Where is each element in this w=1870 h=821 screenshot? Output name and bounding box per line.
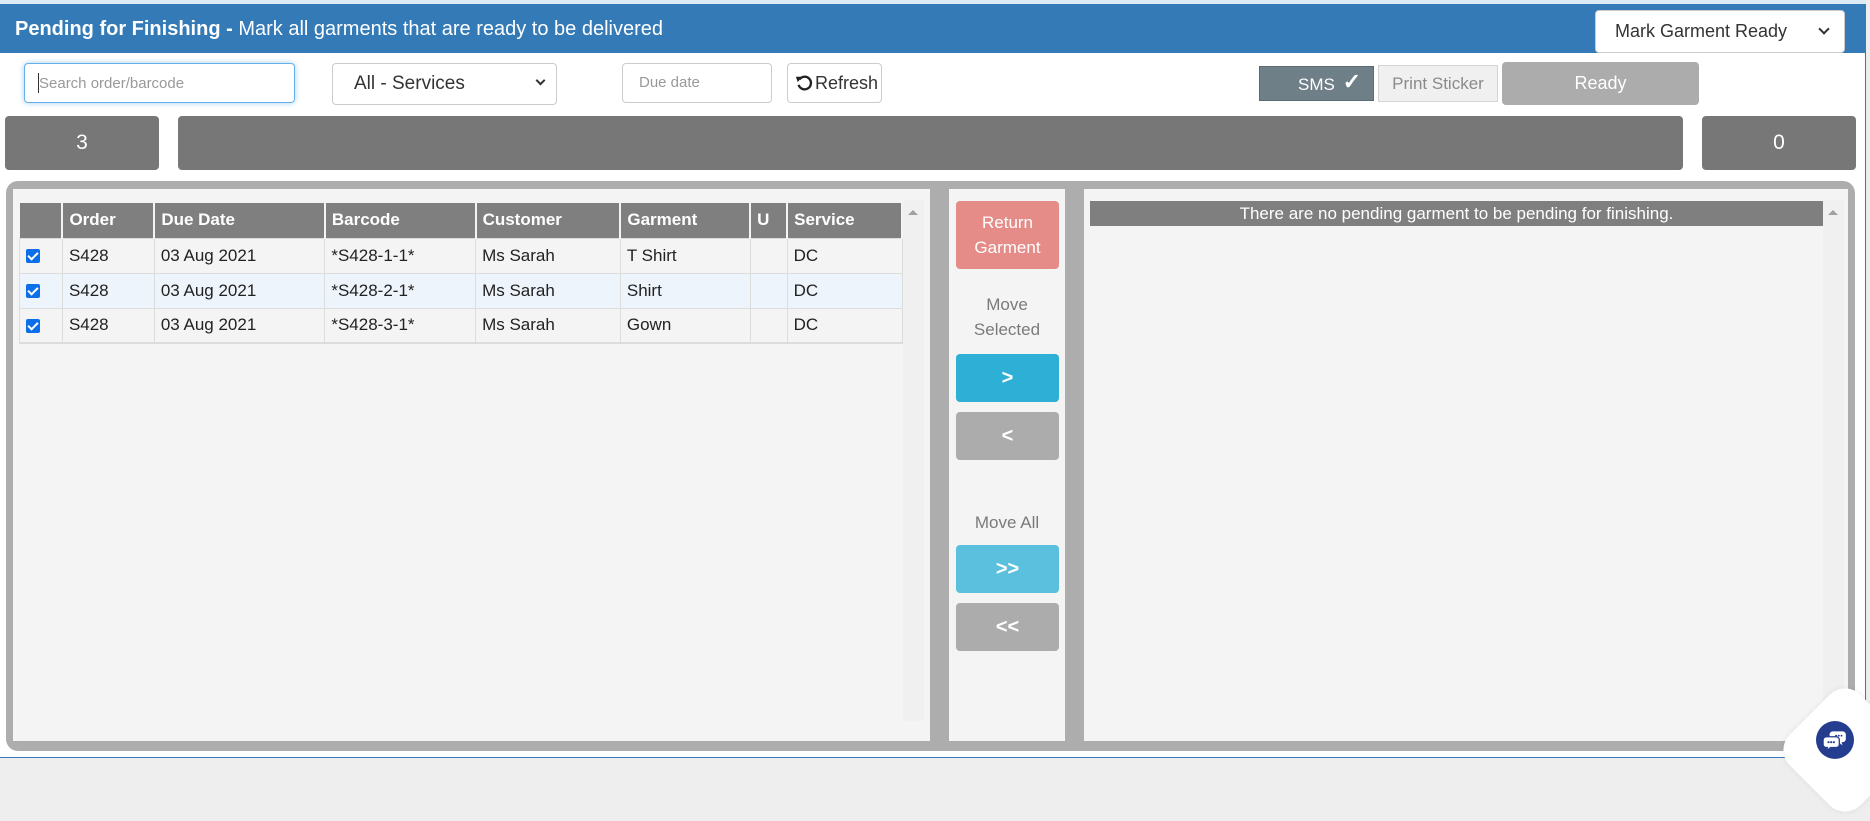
ready-count: 0	[1773, 131, 1785, 154]
pending-garments-table: Order Due Date Barcode Customer Garment …	[19, 203, 903, 344]
mode-select[interactable]: Mark Garment Ready	[1595, 10, 1845, 53]
column-header-barcode[interactable]: Barcode	[324, 203, 477, 238]
row-checkbox[interactable]	[26, 284, 40, 299]
header-bar: Pending for Finishing - Mark all garment…	[0, 4, 1866, 53]
refresh-icon	[795, 75, 813, 91]
table-row[interactable]: S428 03 Aug 2021 *S428-1-1* Ms Sarah T S…	[19, 237, 903, 274]
row-checkbox[interactable]	[26, 318, 40, 333]
return-garment-label-line2: Garment	[974, 238, 1041, 257]
move-selected-label: Move Selected	[949, 292, 1065, 342]
service-select[interactable]: All - Services	[332, 63, 557, 105]
column-header-order[interactable]: Order	[62, 203, 156, 238]
text-cursor	[38, 73, 39, 93]
column-header-select[interactable]	[19, 203, 64, 238]
pending-count: 3	[76, 131, 88, 154]
cell-order: S428	[61, 237, 155, 274]
move-all-right-button[interactable]: >>	[956, 545, 1059, 593]
cell-barcode: *S428-1-1*	[324, 237, 477, 274]
table-row[interactable]: S428 03 Aug 2021 *S428-3-1* Ms Sarah Gow…	[19, 307, 903, 344]
left-table-scrollbar[interactable]	[903, 200, 924, 707]
refresh-label: Refresh	[815, 73, 879, 93]
scroll-up-arrow-icon[interactable]	[908, 210, 918, 215]
empty-state-text: There are no pending garment to be pendi…	[1239, 204, 1674, 223]
move-all-label-text: Move All	[974, 513, 1040, 532]
column-header-u[interactable]: U	[750, 203, 789, 238]
cell-barcode: *S428-3-1*	[324, 307, 477, 344]
ready-garments-panel	[1084, 189, 1848, 741]
cell-barcode: *S428-2-1*	[324, 272, 477, 309]
chevron-down-icon	[1818, 23, 1830, 35]
cell-u	[749, 237, 788, 274]
move-all-left-label: <<	[995, 616, 1020, 638]
ready-button[interactable]: Ready	[1502, 62, 1699, 105]
cell-garment: Gown	[619, 307, 751, 344]
print-sticker-button[interactable]: Print Sticker	[1378, 65, 1498, 102]
service-select-value: All - Services	[354, 73, 465, 94]
move-left-label: <	[1001, 425, 1014, 447]
cell-u	[749, 272, 788, 309]
cell-garment: Shirt	[619, 272, 751, 309]
cell-service: DC	[786, 307, 903, 344]
print-sticker-label: Print Sticker	[1392, 74, 1484, 93]
cell-order: S428	[61, 272, 155, 309]
transfer-controls-panel	[949, 189, 1065, 741]
move-selected-left-button[interactable]: <	[956, 412, 1059, 460]
mode-select-value: Mark Garment Ready	[1615, 21, 1788, 41]
empty-state-message: There are no pending garment to be pendi…	[1090, 201, 1823, 226]
cell-customer: Ms Sarah	[475, 272, 621, 309]
column-header-due-date[interactable]: Due Date	[154, 203, 326, 238]
chevron-down-icon	[535, 75, 546, 86]
move-all-label: Move All	[949, 510, 1065, 535]
column-header-service[interactable]: Service	[787, 203, 903, 238]
column-header-customer[interactable]: Customer	[475, 203, 622, 238]
table-header-row: Order Due Date Barcode Customer Garment …	[19, 203, 903, 238]
cell-order: S428	[61, 307, 155, 344]
due-date-input[interactable]: Due date	[622, 63, 772, 103]
sms-label: SMS	[1298, 75, 1335, 94]
move-selected-right-button[interactable]: >	[956, 354, 1059, 402]
cell-due-date: 03 Aug 2021	[153, 307, 326, 344]
page: Pending for Finishing - Mark all garment…	[0, 0, 1866, 758]
cell-service: DC	[786, 272, 903, 309]
status-bar	[178, 116, 1683, 170]
ready-label: Ready	[1574, 73, 1627, 93]
due-date-placeholder: Due date	[639, 74, 700, 91]
page-title: Pending for Finishing - Mark all garment…	[15, 18, 663, 41]
move-right-label: >	[1001, 367, 1014, 389]
chat-icon[interactable]	[1816, 721, 1854, 759]
return-garment-button[interactable]: Return Garment	[956, 201, 1059, 269]
right-panel-scrollbar[interactable]	[1823, 200, 1844, 730]
cell-garment: T Shirt	[619, 237, 751, 274]
page-title-subtitle: Mark all garments that are ready to be d…	[232, 18, 663, 40]
return-garment-label-line1: Return	[981, 213, 1034, 232]
row-checkbox[interactable]	[26, 249, 40, 264]
move-all-left-button[interactable]: <<	[956, 603, 1059, 651]
cell-due-date: 03 Aug 2021	[153, 237, 326, 274]
page-title-bold: Pending for Finishing -	[15, 18, 233, 40]
left-table-scroll-track[interactable]	[903, 491, 924, 721]
pending-count-badge: 3	[5, 116, 159, 170]
scroll-up-arrow-icon[interactable]	[1828, 210, 1838, 215]
table-row[interactable]: S428 03 Aug 2021 *S428-2-1* Ms Sarah Shi…	[19, 272, 903, 309]
cell-customer: Ms Sarah	[475, 307, 621, 344]
search-input[interactable]	[24, 63, 295, 103]
cell-due-date: 03 Aug 2021	[153, 272, 326, 309]
cell-service: DC	[786, 237, 903, 274]
refresh-button[interactable]: Refresh	[787, 63, 882, 103]
cell-u	[749, 307, 788, 344]
column-header-garment[interactable]: Garment	[620, 203, 752, 238]
cell-customer: Ms Sarah	[475, 237, 621, 274]
sms-toggle[interactable]: SMS ✓	[1259, 66, 1374, 101]
chat-bubbles-icon	[1822, 731, 1846, 753]
move-all-right-label: >>	[995, 558, 1020, 580]
check-icon: ✓	[1342, 69, 1361, 94]
move-selected-label-line1: Move	[986, 295, 1028, 314]
move-selected-label-line2: Selected	[973, 320, 1041, 339]
ready-count-badge: 0	[1702, 116, 1856, 170]
